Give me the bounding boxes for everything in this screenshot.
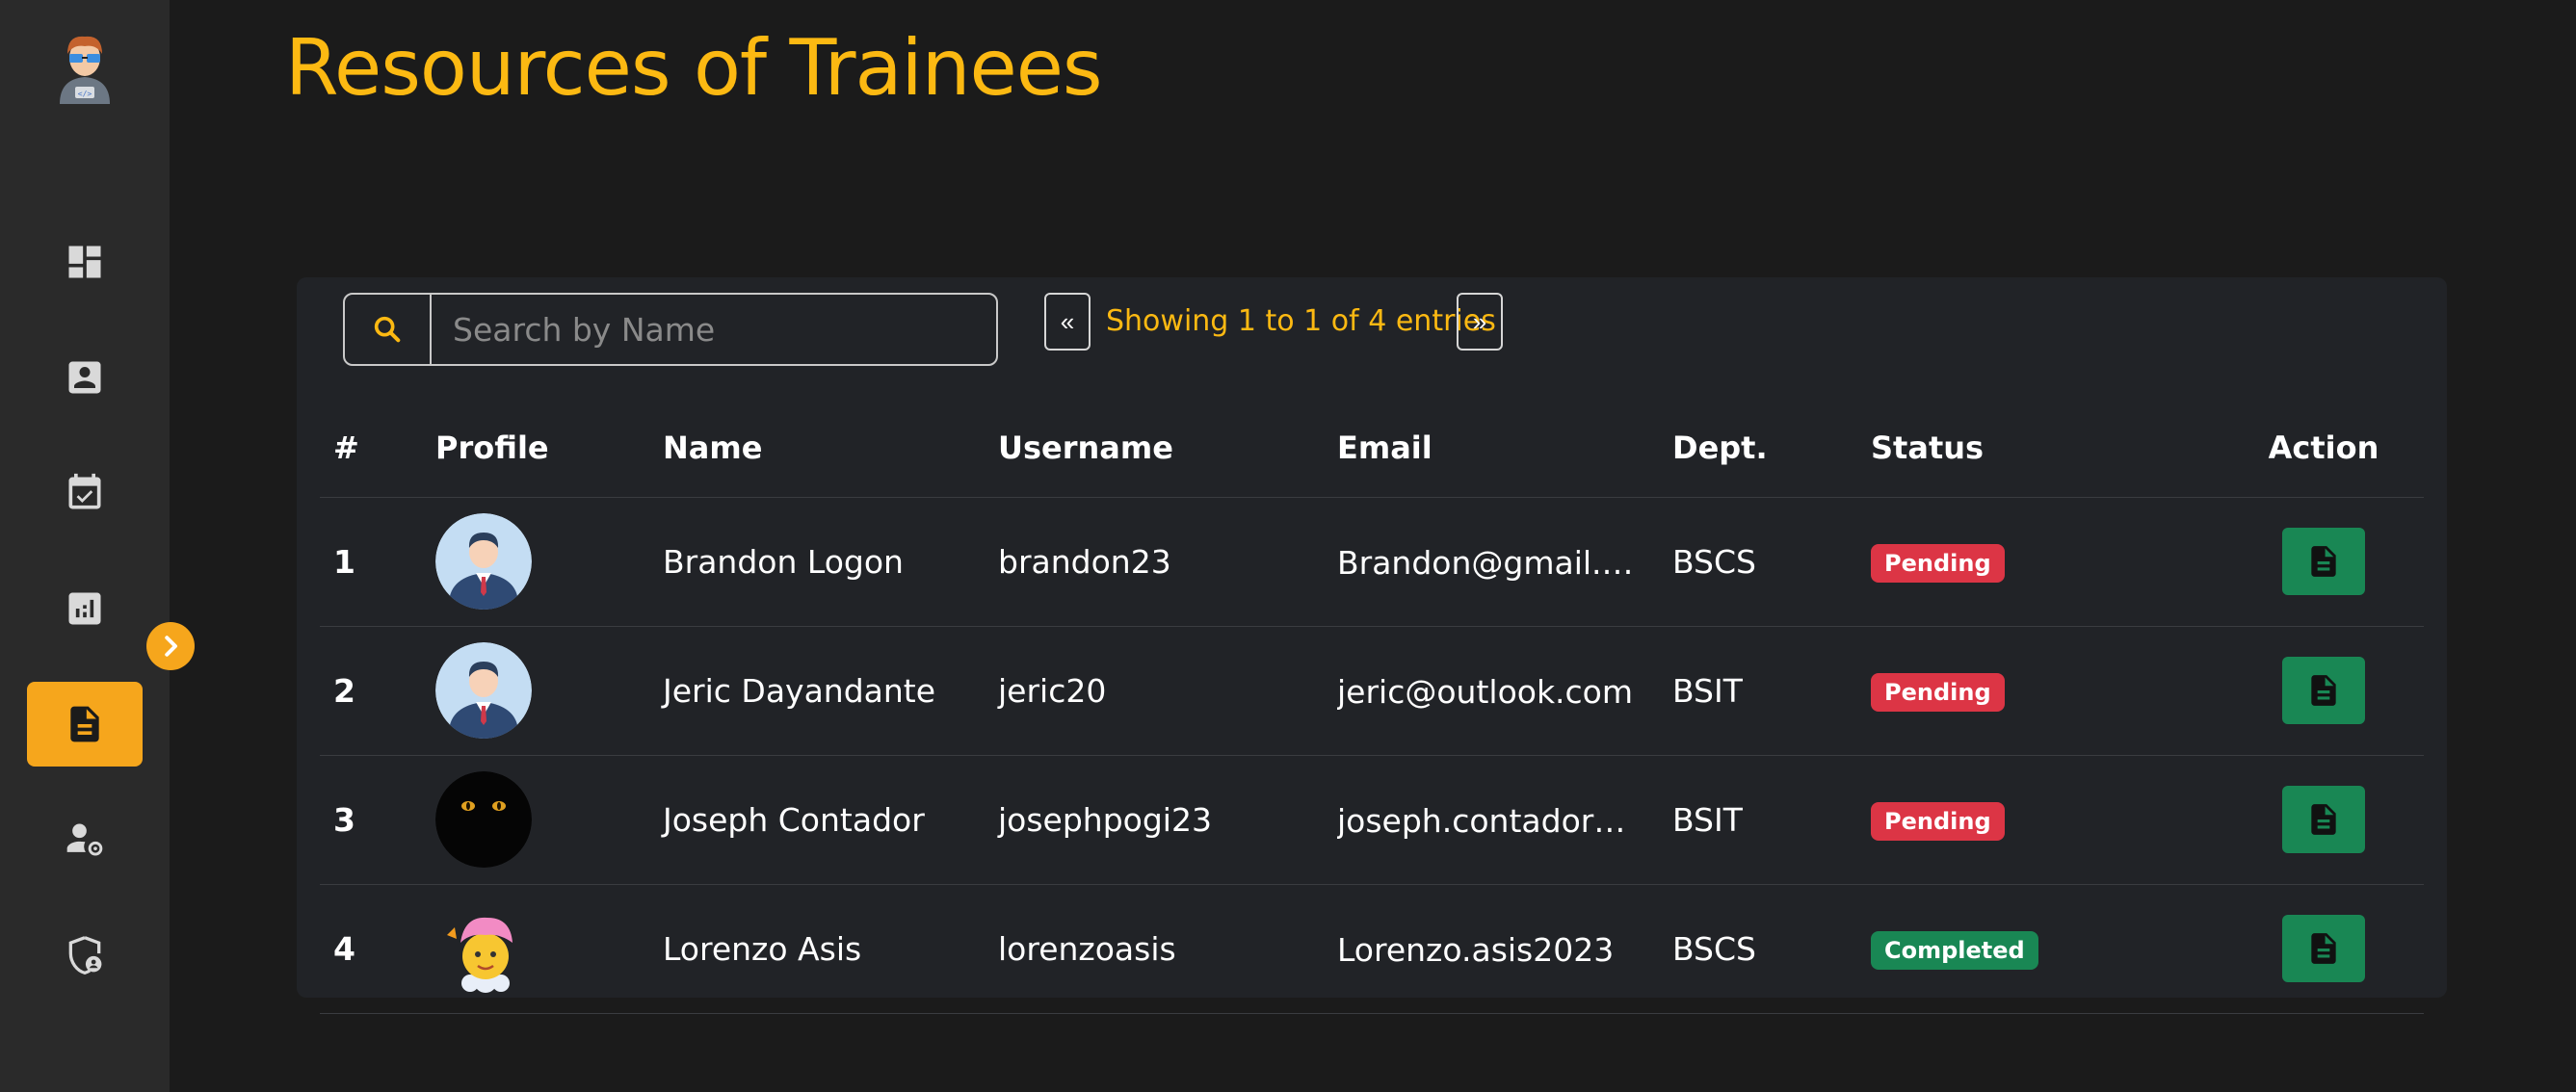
column-header-email: Email (1324, 399, 1659, 498)
svg-text:</>: </> (78, 90, 92, 98)
male-avatar (435, 513, 532, 610)
email-cell: Brandon@gmail.c... (1324, 497, 1659, 627)
profile-cell (422, 626, 649, 756)
nav-dashboard[interactable] (27, 220, 143, 304)
document-icon (2311, 804, 2336, 835)
profile-cell (422, 497, 649, 627)
dashboard-icon (68, 246, 101, 278)
document-icon (2311, 546, 2336, 577)
profile-icon (68, 361, 101, 394)
nav-security[interactable] (27, 913, 143, 998)
column-header-number: # (320, 399, 422, 498)
trainee-email: Brandon@gmail.c... (1337, 543, 1643, 582)
view-document-button[interactable] (2282, 915, 2365, 982)
male-avatar (435, 642, 532, 739)
action-cell (2223, 755, 2424, 885)
trainee-dept: BSIT (1659, 755, 1857, 885)
table-row: 4 Lorenzo Asis lorenzoasis Lorenzo.asis2… (320, 884, 2424, 1014)
column-header-username: Username (985, 399, 1324, 498)
prev-page-button[interactable]: « (1044, 293, 1091, 351)
status-badge: Pending (1871, 543, 2005, 583)
trainees-table: # Profile Name Username Email Dept. Stat… (320, 399, 2424, 1014)
column-header-status: Status (1857, 399, 2223, 498)
table-row: 3 Joseph Contador josephpogi23 joseph.co… (320, 755, 2424, 885)
nav-resources[interactable] (27, 682, 143, 767)
page-title: Resources of Trainees (285, 23, 1103, 113)
calendar-icon (68, 473, 101, 509)
trainee-name: Brandon Logon (649, 497, 985, 627)
dark-eyes-avatar (435, 771, 532, 868)
action-cell (2223, 626, 2424, 756)
status-cell: Pending (1857, 755, 2223, 885)
row-number: 1 (320, 497, 422, 627)
column-header-dept: Dept. (1659, 399, 1857, 498)
status-cell: Pending (1857, 497, 2223, 627)
chevron-right-icon (165, 636, 177, 657)
trainee-dept: BSIT (1659, 626, 1857, 756)
action-cell (2223, 884, 2424, 1014)
email-cell: Lorenzo.asis2023 (1324, 884, 1659, 1014)
sidebar-toggle-button[interactable] (146, 622, 195, 670)
nav-profile[interactable] (27, 335, 143, 420)
emoji-avatar (447, 917, 513, 993)
trainee-username: josephpogi23 (985, 755, 1324, 885)
column-header-action: Action (2223, 399, 2424, 498)
row-number: 4 (320, 884, 422, 1014)
developer-avatar-logo: </> (52, 31, 118, 104)
search-input[interactable] (432, 295, 996, 364)
trainee-email: Lorenzo.asis2023 (1337, 930, 1615, 969)
status-badge: Completed (1871, 930, 2038, 970)
trainee-email: joseph.contador@... (1337, 801, 1643, 840)
row-number: 3 (320, 755, 422, 885)
next-page-button[interactable]: » (1457, 293, 1503, 351)
trainee-name: Jeric Dayandante (649, 626, 985, 756)
column-header-profile: Profile (422, 399, 649, 498)
pagination-status: Showing 1 to 1 of 4 entries (1106, 304, 1496, 338)
nav-calendar[interactable] (27, 451, 143, 535)
status-cell: Pending (1857, 626, 2223, 756)
trainee-username: brandon23 (985, 497, 1324, 627)
trainees-panel: « Showing 1 to 1 of 4 entries » # Profil… (297, 277, 2447, 1014)
search-icon (374, 316, 401, 343)
status-cell: Completed (1857, 884, 2223, 1014)
email-cell: jeric@outlook.com (1324, 626, 1659, 756)
table-row: 1 Brandon Logon brandon23 Brandon@gmail.… (320, 497, 2424, 627)
trainee-name: Joseph Contador (649, 755, 985, 885)
view-document-button[interactable] (2282, 657, 2365, 724)
document-icon (2311, 933, 2336, 964)
security-icon (68, 936, 102, 975)
search-box (343, 293, 998, 366)
sidebar: </> (0, 0, 170, 1092)
trainee-username: lorenzoasis (985, 884, 1324, 1014)
column-header-name: Name (649, 399, 985, 498)
nav-user-settings[interactable] (27, 797, 143, 882)
row-number: 2 (320, 626, 422, 756)
table-header-row: # Profile Name Username Email Dept. Stat… (320, 399, 2424, 498)
status-badge: Pending (1871, 801, 2005, 841)
view-document-button[interactable] (2282, 528, 2365, 595)
nav-analytics[interactable] (27, 566, 143, 651)
status-badge: Pending (1871, 672, 2005, 712)
trainee-email: jeric@outlook.com (1337, 672, 1634, 711)
email-cell: joseph.contador@... (1324, 755, 1659, 885)
table-row: 2 Jeric Dayandante jeric20 jeric@outlook… (320, 626, 2424, 756)
trainee-dept: BSCS (1659, 497, 1857, 627)
trainee-username: jeric20 (985, 626, 1324, 756)
profile-cell (422, 755, 649, 885)
view-document-button[interactable] (2282, 786, 2365, 853)
document-icon (2311, 675, 2336, 706)
profile-cell (422, 884, 649, 1014)
search-button[interactable] (345, 295, 432, 364)
trainee-name: Lorenzo Asis (649, 884, 985, 1014)
trainee-dept: BSCS (1659, 884, 1857, 1014)
user-settings-icon (66, 823, 103, 856)
chart-icon (68, 592, 101, 625)
document-icon (70, 706, 99, 742)
action-cell (2223, 497, 2424, 627)
